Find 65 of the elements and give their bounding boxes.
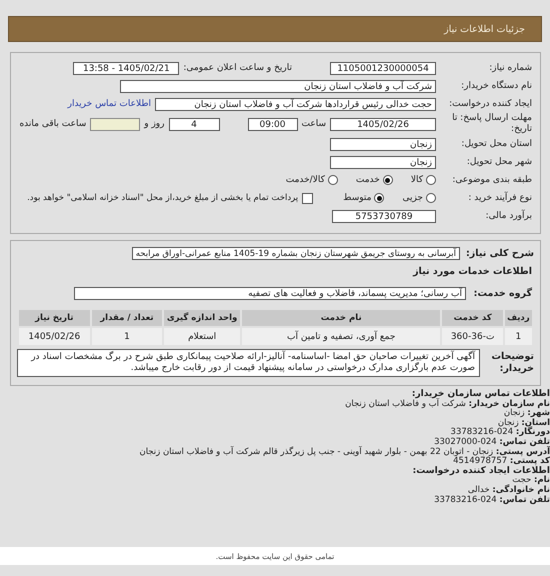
announce-date-field: 1405/02/21 - 13:58 <box>73 62 180 74</box>
field-label: برآورد مالی: <box>484 211 532 221</box>
contact-line: استان: زنجان <box>498 418 550 428</box>
service-group-field: آب رسانی؛ مدیریت پسماند، فاضلاب و فعالیت های تصفیه <box>74 287 466 300</box>
option-label: جزیی <box>402 193 423 203</box>
description-field: آبرسانی به روستای جریمق شهرستان زنجان بشماره 19-1405 منابع عمرانی-اوراق مرابحه <box>132 247 460 260</box>
contact-heading: اطلاعات ایجاد کننده درخواست: <box>412 466 550 476</box>
days-field: 4 <box>168 118 220 130</box>
radio-button[interactable] <box>382 175 393 185</box>
field-label: مهلت ارسال پاسخ: تا تاریخ: <box>451 113 532 135</box>
value-field: شرکت آب و فاضلاب استان زنجان <box>120 80 436 92</box>
value-field: حجت خدالی رئیس قراردادها شرکت آب و فاضلاب استان زنجان <box>155 98 436 110</box>
table-cell: 1 <box>504 328 532 345</box>
radio-button[interactable] <box>328 175 338 185</box>
notes-field: آگهی آخرین تغییرات صاحبان حق امضا -اساسنامه- آنالیز-ارائه صلاحیت پیمانکاری طبق شرح در برگ مشخصات اسناد در صورت عدم بارگزاری مدارک درخواستی در سامانه پیشنهاد قیمت از دور رقابت خارج میباشد. <box>17 349 480 377</box>
remaining-hours-field <box>90 118 140 130</box>
field-label: شهر محل تحویل: <box>466 157 532 167</box>
checkbox[interactable] <box>302 192 314 204</box>
field-label: تاریخ و ساعت اعلان عمومی: <box>183 63 292 73</box>
page-title: جزئیات اطلاعات نیاز <box>444 24 525 34</box>
field-label: ساعت <box>302 119 326 129</box>
field-label: توضیحات خریدار: <box>490 351 534 375</box>
contact-line: آدرس پستی: زنجان - اتوبان 22 بهمن - بلوار شهید آوینی - جنب پل زیرگذر قالم شرکت آب و فاضلاب استان زنجان <box>138 448 550 457</box>
time-field: 09:00 <box>248 118 298 130</box>
column-header: تاریخ نیاز <box>19 310 90 326</box>
section-title: اطلاعات خدمات مورد نیاز <box>412 266 532 277</box>
contact-line: شهر: زنجان <box>504 409 550 418</box>
column-header: تعداد / مقدار <box>92 310 162 326</box>
table-cell: جمع آوری، تصفیه و تامین آب <box>242 328 440 345</box>
contact-line: نام سازمان خریدار: شرکت آب و فاضلاب استان زنجان <box>344 400 550 409</box>
column-header: ردیف <box>504 310 532 326</box>
option-label: کالا <box>410 175 423 185</box>
value-field: زنجان <box>330 138 436 150</box>
field-label: گروه خدمت: <box>472 288 532 299</box>
field-label: نام دستگاه خریدار: <box>460 81 532 91</box>
field-label: شماره نیاز: <box>488 63 532 73</box>
value-field: زنجان <box>330 156 436 168</box>
field-label: ایجاد کننده درخواست: <box>448 99 532 109</box>
table-cell: 1405/02/26 <box>19 328 90 345</box>
field-label: نوع فرآیند خرید : <box>467 193 532 203</box>
option-label: متوسط <box>343 193 372 203</box>
estimate-field: 5753730789 <box>332 210 436 222</box>
checkbox-label: پرداخت تمام یا بخشی از مبلغ خرید،از محل "اسناد خزانه اسلامی" خواهد بود. <box>27 193 298 203</box>
date-field: 1405/02/26 <box>330 118 436 130</box>
contact-line: نام خانوادگی: خدالی <box>466 486 550 496</box>
radio-button[interactable] <box>426 193 436 203</box>
contact-line: نام: حجت <box>512 476 550 486</box>
contact-heading: اطلاعات تماس سازمان خریدار: <box>410 390 550 399</box>
field-label: استان محل تحویل: <box>460 139 532 149</box>
table-cell: ت-36-360 <box>442 328 503 345</box>
field-label: روز و <box>144 119 164 129</box>
radio-button[interactable] <box>374 193 384 203</box>
buyer-contact-link[interactable]: اطلاعات تماس خریدار <box>68 99 151 109</box>
field-label: طبقه بندی موضوعی: <box>451 175 532 185</box>
field-label: شرح کلی نیاز: <box>466 248 534 259</box>
need-number-field: 1105001230000054 <box>330 62 436 74</box>
option-label: خدمت <box>356 175 380 185</box>
column-header: نام خدمت <box>242 310 440 326</box>
column-header: کد خدمت <box>442 310 503 326</box>
column-header: واحد اندازه گیری <box>164 310 240 326</box>
table-cell: 1 <box>92 328 162 345</box>
radio-button[interactable] <box>426 175 436 185</box>
option-label: کالا/خدمت <box>286 175 325 185</box>
table-cell: استعلام <box>164 328 240 345</box>
field-label: ساعت باقی مانده <box>19 119 86 129</box>
